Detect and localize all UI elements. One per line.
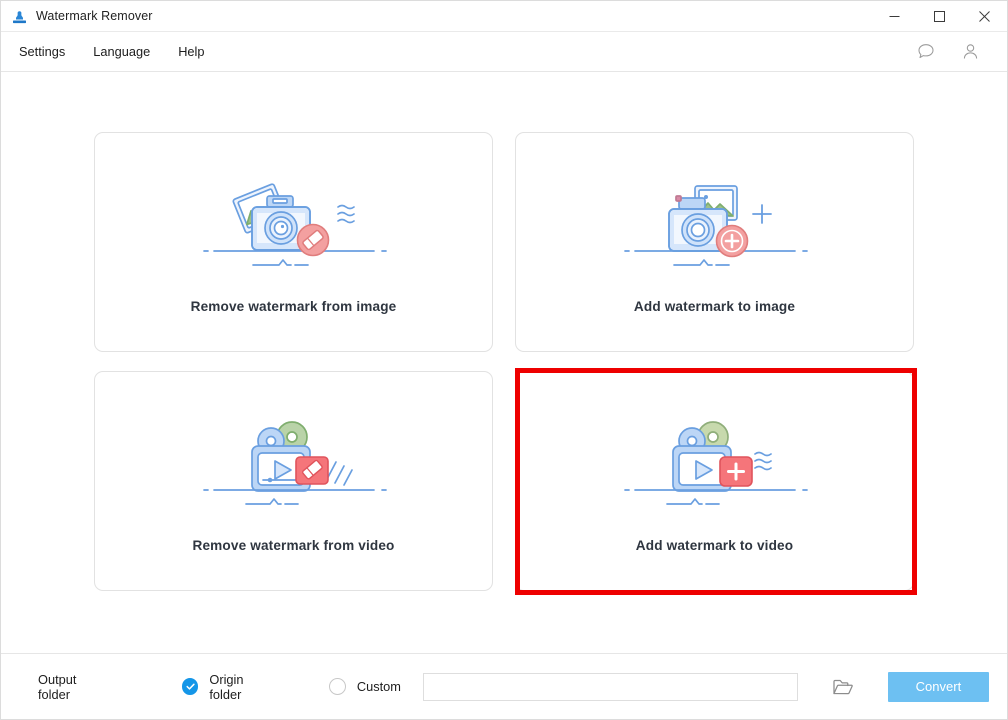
bottom-bar: Output folder Origin folder Custom Conve… bbox=[1, 653, 1007, 719]
window-controls bbox=[872, 1, 1007, 32]
camera-eraser-art bbox=[196, 169, 392, 277]
card-remove-watermark-from-image[interactable]: Remove watermark from image bbox=[94, 132, 493, 352]
account-icon[interactable] bbox=[959, 41, 981, 63]
radio-unchecked-icon bbox=[328, 678, 346, 695]
output-folder-label: Output folder bbox=[38, 671, 77, 702]
main-content: Remove watermark from image Add watermar… bbox=[1, 72, 1007, 653]
radio-origin-folder-label: Origin folder bbox=[209, 671, 244, 702]
card-label: Remove watermark from video bbox=[192, 538, 395, 553]
camera-plus-art bbox=[617, 169, 813, 277]
menu-bar: Settings Language Help bbox=[1, 32, 1007, 72]
card-add-watermark-to-video[interactable]: Add watermark to video bbox=[515, 371, 914, 591]
card-label: Remove watermark from image bbox=[190, 299, 397, 314]
maximize-button[interactable] bbox=[917, 1, 962, 32]
close-button[interactable] bbox=[962, 1, 1007, 32]
menu-item-help[interactable]: Help bbox=[178, 40, 216, 63]
radio-custom-folder-label: Custom bbox=[356, 679, 401, 694]
card-label: Add watermark to video bbox=[635, 538, 794, 553]
menu-bar-icons bbox=[915, 41, 993, 63]
folder-open-icon[interactable] bbox=[831, 674, 856, 700]
radio-checked-icon bbox=[181, 678, 199, 695]
radio-origin-folder[interactable]: Origin folder bbox=[181, 671, 277, 702]
output-path-input[interactable] bbox=[422, 672, 798, 701]
title-bar-left: Watermark Remover bbox=[1, 8, 153, 25]
feedback-icon[interactable] bbox=[915, 41, 937, 63]
radio-custom-folder[interactable]: Custom bbox=[328, 678, 401, 695]
stamp-icon bbox=[11, 8, 28, 25]
menu-item-language[interactable]: Language bbox=[93, 40, 162, 63]
feature-card-grid: Remove watermark from image Add watermar… bbox=[94, 132, 914, 591]
video-eraser-art bbox=[196, 408, 392, 516]
card-add-watermark-to-image[interactable]: Add watermark to image bbox=[515, 132, 914, 352]
watermark-remover-window: Watermark Remover Settings Language Help bbox=[0, 0, 1008, 720]
card-remove-watermark-from-video[interactable]: Remove watermark from video bbox=[94, 371, 493, 591]
convert-button[interactable]: Convert bbox=[887, 671, 989, 702]
video-plus-art bbox=[617, 408, 813, 516]
minimize-button[interactable] bbox=[872, 1, 917, 32]
card-label: Add watermark to image bbox=[633, 299, 796, 314]
title-bar: Watermark Remover bbox=[1, 1, 1007, 32]
window-title: Watermark Remover bbox=[36, 9, 153, 23]
menu-item-settings[interactable]: Settings bbox=[19, 40, 77, 63]
